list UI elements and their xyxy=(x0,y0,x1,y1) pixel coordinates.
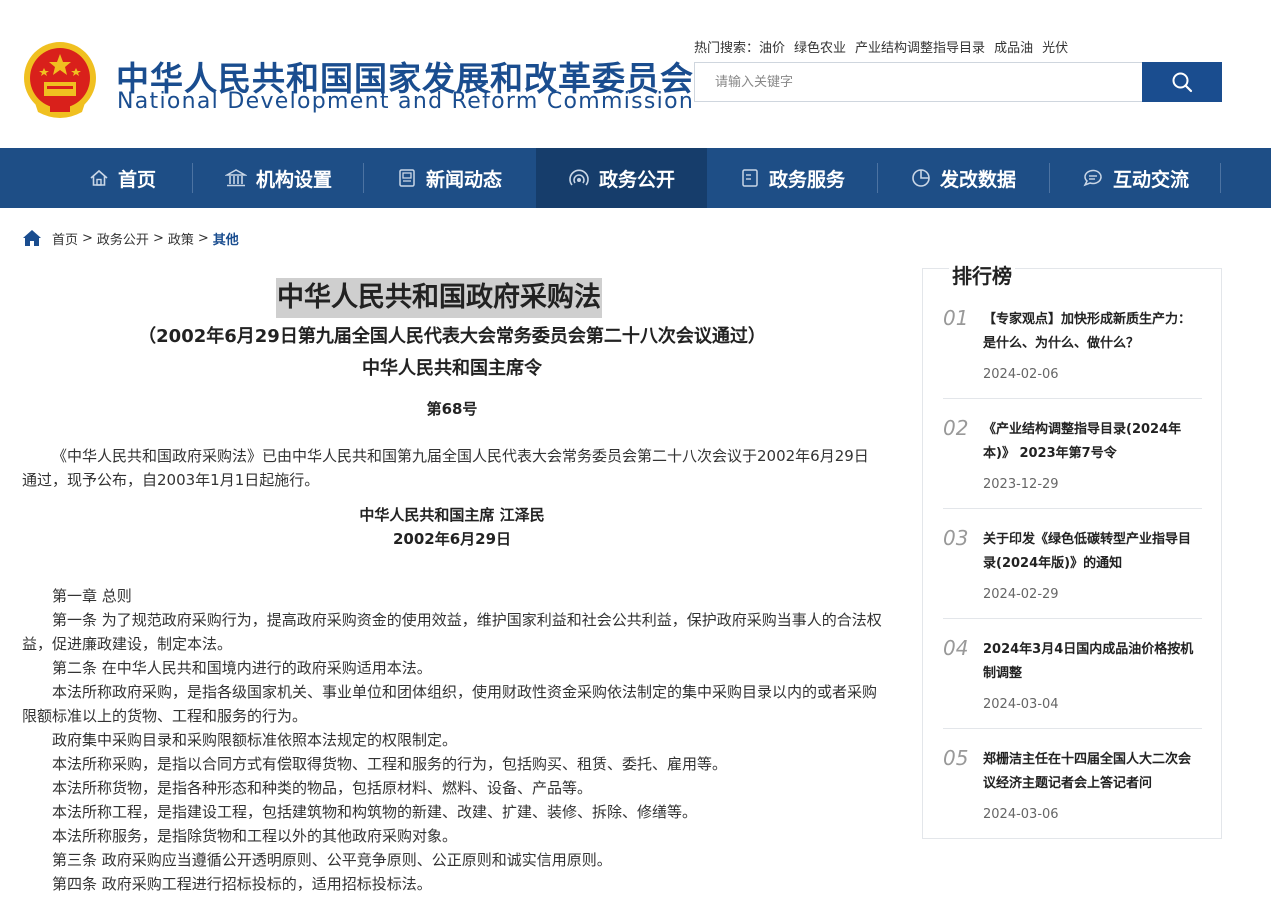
ranking-item[interactable]: 04 2024年3月4日国内成品油价格按机制调整 2024-03-04 xyxy=(943,636,1202,746)
ranking-number: 05 xyxy=(943,746,969,770)
ranking-link[interactable]: 郑栅洁主任在十四届全国人大二次会议经济主题记者会上答记者问 xyxy=(983,748,1202,796)
news-icon xyxy=(397,168,417,188)
nav-item-organization[interactable]: 机构设置 xyxy=(193,148,364,208)
ranking-panel: 排行榜 01 【专家观点】加快形成新质生产力：是什么、为什么、做什么？ 2024… xyxy=(922,260,1222,839)
nav-item-government-affairs[interactable]: 政务公开 xyxy=(536,148,707,208)
article-paragraph: 第一条 为了规范政府采购行为，提高政府采购资金的使用效益，维护国家利益和社会公共… xyxy=(22,611,882,653)
article-number: 第68号 xyxy=(426,400,478,418)
article-order: 中华人民共和国主席令 xyxy=(362,358,542,379)
document-icon xyxy=(740,168,760,188)
nav-divider xyxy=(363,163,364,193)
national-emblem-icon[interactable] xyxy=(20,40,100,122)
nav-divider xyxy=(1049,163,1050,193)
main-nav: 首页 机构设置 新闻动态 政务公开 政务服务 发改数据 互动交流 xyxy=(0,148,1271,208)
nav-item-data[interactable]: 发改数据 xyxy=(878,148,1049,208)
ranking-link[interactable]: 关于印发《绿色低碳转型产业指导目录(2024年版)》的通知 xyxy=(983,528,1202,576)
ranking-date: 2024-02-06 xyxy=(983,367,1059,382)
broadcast-icon xyxy=(568,168,590,188)
breadcrumb-separator: > xyxy=(152,230,164,246)
nav-divider xyxy=(877,163,878,193)
ranking-date: 2023-12-29 xyxy=(983,477,1059,492)
nav-item-services[interactable]: 政务服务 xyxy=(707,148,878,208)
breadcrumb: 首页 > 政务公开 > 政策 > 其他 xyxy=(22,229,239,248)
article-paragraph: 本法所称采购，是指以合同方式有偿取得货物、工程和服务的行为，包括购买、租赁、委托… xyxy=(52,755,728,773)
site-title-en: National Development and Reform Commissi… xyxy=(117,89,695,114)
nav-label: 互动交流 xyxy=(1112,168,1189,191)
home-icon[interactable] xyxy=(22,229,42,247)
home-icon xyxy=(89,168,109,188)
ranking-date: 2024-03-04 xyxy=(983,697,1059,712)
ranking-number: 01 xyxy=(943,306,969,330)
ranking-item[interactable]: 01 【专家观点】加快形成新质生产力：是什么、为什么、做什么？ 2024-02-… xyxy=(943,306,1202,416)
pie-chart-icon xyxy=(911,168,931,188)
nav-label: 发改数据 xyxy=(939,168,1016,191)
article-paragraph: 本法所称工程，是指建设工程，包括建筑物和构筑物的新建、改建、扩建、装修、拆除、修… xyxy=(52,803,698,821)
ranking-link[interactable]: 《产业结构调整指导目录(2024年本)》 2023年第7号令 xyxy=(983,418,1202,466)
breadcrumb-link[interactable]: 政策 xyxy=(168,229,194,248)
ranking-item[interactable]: 05 郑栅洁主任在十四届全国人大二次会议经济主题记者会上答记者问 2024-03… xyxy=(943,746,1202,856)
article-paragraph: 第二条 在中华人民共和国境内进行的政府采购适用本法。 xyxy=(52,659,432,677)
hot-search-link[interactable]: 绿色农业 xyxy=(794,41,846,56)
article-paragraph: 第四条 政府采购工程进行招标投标的，适用招标投标法。 xyxy=(52,875,432,893)
nav-label: 新闻动态 xyxy=(425,168,502,191)
article-paragraph: 政府集中采购目录和采购限额标准依照本法规定的权限制定。 xyxy=(52,731,458,749)
ranking-date: 2024-03-06 xyxy=(983,807,1059,822)
building-icon xyxy=(224,168,247,188)
ranking-date: 2024-02-29 xyxy=(983,587,1059,602)
chat-icon xyxy=(1082,168,1104,188)
nav-item-interaction[interactable]: 互动交流 xyxy=(1050,148,1221,208)
site-header: 中华人民共和国国家发展和改革委员会 National Development a… xyxy=(0,0,1271,148)
search-button[interactable] xyxy=(1142,62,1222,102)
nav-label: 机构设置 xyxy=(255,168,332,191)
breadcrumb-link[interactable]: 首页 xyxy=(52,229,78,248)
article-paragraph: 本法所称货物，是指各种形态和种类的物品，包括原材料、燃料、设备、产品等。 xyxy=(52,779,593,797)
nav-divider xyxy=(192,163,193,193)
ranking-divider xyxy=(943,728,1202,729)
nav-item-news[interactable]: 新闻动态 xyxy=(364,148,535,208)
ranking-divider xyxy=(943,398,1202,399)
article-date: 2002年6月29日 xyxy=(392,530,512,548)
article-paragraph: 本法所称政府采购，是指各级国家机关、事业单位和团体组织，使用财政性资金采购依法制… xyxy=(22,683,878,725)
hot-search-link[interactable]: 产业结构调整指导目录 xyxy=(855,41,985,56)
ranking-title: 排行榜 xyxy=(949,260,1015,289)
ranking-divider xyxy=(943,508,1202,509)
article-signature: 中华人民共和国主席 江泽民 xyxy=(359,506,545,524)
hot-search-link[interactable]: 油价 xyxy=(759,41,785,56)
hot-search-link[interactable]: 成品油 xyxy=(994,41,1033,56)
nav-label: 政务公开 xyxy=(598,168,675,191)
ranking-divider xyxy=(943,618,1202,619)
search-input[interactable] xyxy=(694,62,1142,102)
article-paragraph: 第一章 总则 xyxy=(52,587,132,605)
breadcrumb-current[interactable]: 其他 xyxy=(213,229,239,248)
nav-label: 政务服务 xyxy=(768,168,845,191)
ranking-number: 02 xyxy=(943,416,969,440)
ranking-link[interactable]: 【专家观点】加快形成新质生产力：是什么、为什么、做什么？ xyxy=(983,308,1202,356)
ranking-item[interactable]: 02 《产业结构调整指导目录(2024年本)》 2023年第7号令 2023-1… xyxy=(943,416,1202,526)
search-icon xyxy=(1172,72,1193,93)
ranking-item[interactable]: 03 关于印发《绿色低碳转型产业指导目录(2024年版)》的通知 2024-02… xyxy=(943,526,1202,636)
breadcrumb-link[interactable]: 政务公开 xyxy=(97,229,149,248)
hot-search-label: 热门搜索： xyxy=(694,41,760,56)
nav-item-home[interactable]: 首页 xyxy=(37,148,208,208)
article-title: 中华人民共和国政府采购法 xyxy=(276,278,602,318)
nav-divider xyxy=(1220,163,1221,193)
hot-search: 热门搜索：油价 绿色农业 产业结构调整指导目录 成品油 光伏 xyxy=(694,37,1077,56)
breadcrumb-separator: > xyxy=(82,230,93,246)
hot-search-link[interactable]: 光伏 xyxy=(1042,41,1068,56)
nav-label: 首页 xyxy=(117,168,156,191)
article-subtitle: （2002年6月29日第九届全国人民代表大会常务委员会第二十八次会议通过） xyxy=(138,326,766,347)
article-body: 第一章 总则 第一条 为了规范政府采购行为，提高政府采购资金的使用效益，维护国家… xyxy=(22,584,882,896)
breadcrumb-separator: > xyxy=(197,230,209,246)
article-paragraph: 本法所称服务，是指除货物和工程以外的其他政府采购对象。 xyxy=(52,827,458,845)
ranking-number: 04 xyxy=(943,636,969,660)
ranking-number: 03 xyxy=(943,526,969,550)
ranking-link[interactable]: 2024年3月4日国内成品油价格按机制调整 xyxy=(983,638,1202,686)
article-paragraph: 第三条 政府采购应当遵循公开透明原则、公平竞争原则、公正原则和诚实信用原则。 xyxy=(52,851,612,869)
article-intro: 《中华人民共和国政府采购法》已由中华人民共和国第九届全国人民代表大会常务委员会第… xyxy=(22,447,869,489)
